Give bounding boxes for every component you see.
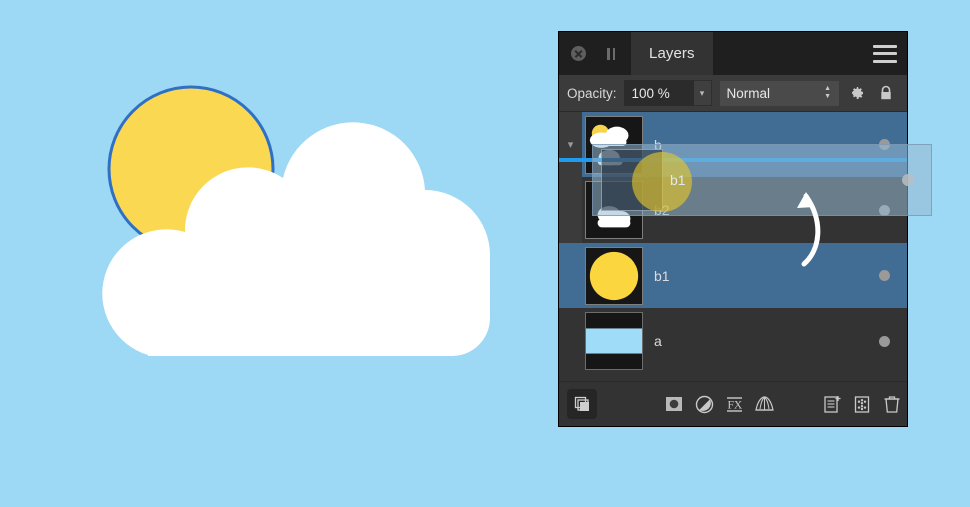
layer-options-row: Opacity: 100 % ▾ Normal ▲ ▼ bbox=[559, 75, 907, 112]
layer-row-a[interactable]: a bbox=[559, 308, 907, 374]
close-button[interactable] bbox=[565, 41, 591, 67]
child-indent-a bbox=[559, 308, 582, 374]
layer-row-b[interactable]: ▾ b bbox=[559, 112, 907, 177]
panel-grip-handle[interactable] bbox=[597, 41, 623, 67]
opacity-label: Opacity: bbox=[567, 85, 617, 101]
visibility-dot-icon-b1[interactable] bbox=[879, 270, 890, 281]
layers-toolbar: FX bbox=[559, 381, 907, 426]
visibility-dot-icon-b[interactable] bbox=[879, 139, 890, 150]
layer-row-b1[interactable]: b1 bbox=[559, 243, 907, 308]
visibility-dot-icon-a[interactable] bbox=[879, 335, 890, 347]
close-circle-icon bbox=[570, 46, 586, 61]
layer-effects-button[interactable]: FX bbox=[719, 389, 749, 419]
lock-closed-icon[interactable] bbox=[873, 80, 899, 106]
child-indent-b1 bbox=[559, 243, 582, 308]
svg-text:FX: FX bbox=[727, 399, 742, 411]
layer-thumbnail-b1 bbox=[582, 243, 645, 308]
layer-name-b2: b2 bbox=[654, 202, 670, 218]
opacity-input[interactable]: 100 % bbox=[623, 80, 694, 106]
blend-mode-select[interactable]: Normal ▲ ▼ bbox=[719, 80, 839, 106]
layer-name-b1: b1 bbox=[654, 267, 670, 284]
adjustment-layer-button[interactable] bbox=[689, 389, 719, 419]
layer-name-a: a bbox=[654, 333, 662, 349]
group-expand-chevron-down-icon[interactable]: ▾ bbox=[559, 112, 582, 177]
blend-mode-value: Normal bbox=[726, 85, 771, 101]
grip-handle-icon bbox=[607, 47, 615, 60]
hamburger-menu-icon[interactable] bbox=[873, 44, 897, 63]
layer-thumbnail-b2 bbox=[582, 177, 645, 243]
delete-layer-button[interactable] bbox=[877, 389, 907, 419]
layer-list: ▾ b b2 b1 a bbox=[559, 112, 907, 384]
layer-name-b: b bbox=[654, 136, 662, 153]
gear-icon[interactable] bbox=[843, 80, 869, 106]
panel-titlebar: Layers bbox=[559, 32, 907, 75]
new-layer-button[interactable] bbox=[817, 389, 847, 419]
layer-row-b2[interactable]: b2 bbox=[559, 177, 907, 243]
drop-position-indicator bbox=[559, 158, 907, 162]
cloud-shape-body bbox=[148, 296, 490, 356]
opacity-stepper-chevron-down-icon[interactable]: ▾ bbox=[693, 80, 712, 106]
visibility-dot-icon-b2[interactable] bbox=[879, 204, 890, 216]
layer-thumbnail-a bbox=[582, 308, 645, 374]
layer-thumbnail-b bbox=[582, 112, 645, 177]
new-mask-layer-button[interactable] bbox=[847, 389, 877, 419]
tab-layers-label: Layers bbox=[649, 45, 695, 62]
gradient-button[interactable] bbox=[749, 389, 779, 419]
child-indent-b2 bbox=[559, 177, 582, 243]
add-mask-button[interactable] bbox=[659, 389, 689, 419]
layers-panel: Layers Opacity: 100 % ▾ Normal ▲ ▼ ▾ b b… bbox=[558, 31, 908, 427]
link-layers-button[interactable] bbox=[567, 389, 597, 419]
tab-layers[interactable]: Layers bbox=[631, 32, 713, 75]
stepper-updown-icon: ▲ ▼ bbox=[824, 85, 831, 100]
